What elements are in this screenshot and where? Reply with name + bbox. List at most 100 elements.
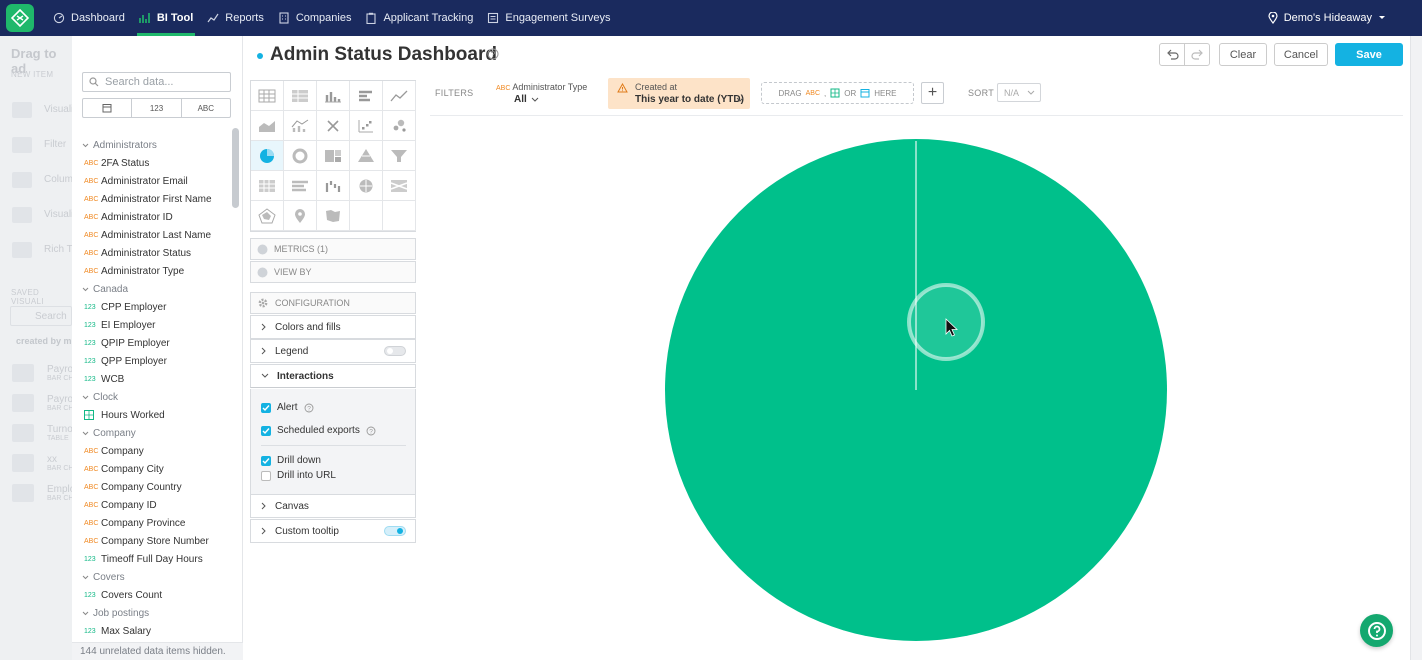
custom-tooltip-toggle[interactable] xyxy=(384,526,406,536)
sort-select[interactable]: N/A xyxy=(997,83,1041,102)
scheduled-check-box[interactable] xyxy=(261,425,271,436)
drill-down-checkbox[interactable]: Drill down xyxy=(261,455,321,466)
catalog-item[interactable]: 123 Covers Count xyxy=(82,586,227,604)
catalog-group-canada[interactable]: Canada xyxy=(82,280,227,298)
custom-tooltip-row[interactable]: Custom tooltip xyxy=(250,519,416,543)
catalog-item[interactable]: 123 Max Salary xyxy=(82,622,227,640)
catalog-group-clock[interactable]: Clock xyxy=(82,388,227,406)
chart-type-scatter-x[interactable] xyxy=(317,111,350,141)
alert-check-box[interactable] xyxy=(261,402,271,413)
type-date-tab[interactable] xyxy=(83,99,133,117)
catalog-group-covers[interactable]: Covers xyxy=(82,568,227,586)
chart-type-bar-chart[interactable] xyxy=(350,81,383,111)
help-icon[interactable]: ? xyxy=(366,426,376,436)
pie-chart[interactable] xyxy=(430,120,1403,660)
nav-item-engagement-surveys[interactable]: Engagement Surveys xyxy=(480,0,617,36)
chart-type-pivot-table[interactable] xyxy=(284,81,317,111)
chart-type-waterfall[interactable] xyxy=(317,171,350,201)
chart-type-pyramid[interactable] xyxy=(350,141,383,171)
filter-drop-zone[interactable]: DRAG ABC , OR HERE xyxy=(761,82,914,104)
catalog-item[interactable]: ABC Company Store Number xyxy=(82,532,227,550)
chart-type-bubble-chart[interactable] xyxy=(383,111,416,141)
help-icon[interactable]: ? xyxy=(487,48,499,60)
chart-type-region-map[interactable] xyxy=(317,201,350,231)
catalog-item[interactable]: ABC Administrator Last Name xyxy=(82,226,227,244)
catalog-item[interactable]: 123 CPP Employer xyxy=(82,298,227,316)
nav-item-reports[interactable]: Reports xyxy=(200,0,271,36)
chart-type-scatter-plot[interactable] xyxy=(350,111,383,141)
catalog-item[interactable]: 123 Timeoff Full Day Hours xyxy=(82,550,227,568)
catalog-item[interactable]: Hours Worked xyxy=(82,406,227,424)
catalog-item[interactable]: ABC Company City xyxy=(82,460,227,478)
catalog-group-company[interactable]: Company xyxy=(82,424,227,442)
legend-row[interactable]: Legend xyxy=(250,339,416,363)
interactions-row[interactable]: Interactions xyxy=(250,364,416,388)
chart-type-geo-chart[interactable] xyxy=(350,171,383,201)
catalog-item[interactable]: ABC Administrator Email xyxy=(82,172,227,190)
add-filter-button[interactable]: + xyxy=(921,82,944,104)
catalog-item[interactable]: ABC Administrator Type xyxy=(82,262,227,280)
page-title[interactable]: Admin Status Dashboard xyxy=(270,44,497,66)
scheduled-exports-checkbox[interactable]: Scheduled exports ? xyxy=(261,425,376,436)
redo-button[interactable] xyxy=(1184,43,1210,66)
catalog-item[interactable]: 123Min Salary xyxy=(82,640,227,641)
view-by-section[interactable]: VIEW BY xyxy=(250,261,416,283)
drill-url-check-box[interactable] xyxy=(261,470,271,481)
catalog-item[interactable]: 123 EI Employer xyxy=(82,316,227,334)
chart-type-combo-chart[interactable] xyxy=(284,111,317,141)
type-text-tab[interactable]: ABC xyxy=(182,99,230,117)
nav-item-companies[interactable]: Companies xyxy=(271,0,359,36)
chart-type-pushpin-map[interactable] xyxy=(284,201,317,231)
chart-type-bullet-chart[interactable] xyxy=(284,171,317,201)
catalog-item[interactable]: ABC Company xyxy=(82,442,227,460)
administrator-type-filter[interactable]: ABC Administrator Type All xyxy=(496,82,587,105)
drill-down-check-box[interactable] xyxy=(261,455,271,466)
created-at-filter[interactable]: Created at This year to date (YTD) xyxy=(608,78,750,109)
catalog-item[interactable]: ABC 2FA Status xyxy=(82,154,227,172)
chart-type-sankey[interactable] xyxy=(383,171,416,201)
chart-type-donut-chart[interactable] xyxy=(284,141,317,171)
right-scrollbar-track[interactable] xyxy=(1410,36,1422,660)
chart-type-heatmap[interactable] xyxy=(251,171,284,201)
nav-item-dashboard[interactable]: Dashboard xyxy=(46,0,132,36)
chart-type-area-chart[interactable] xyxy=(251,111,284,141)
catalog-item[interactable]: ABC Administrator First Name xyxy=(82,190,227,208)
catalog-item[interactable]: ABC Company ID xyxy=(82,496,227,514)
nav-item-applicant-tracking[interactable]: Applicant Tracking xyxy=(358,0,480,36)
nav-item-bi-tool[interactable]: BI Tool xyxy=(132,0,200,36)
undo-button[interactable] xyxy=(1159,43,1185,66)
chart-type-treemap[interactable] xyxy=(317,141,350,171)
cancel-button[interactable]: Cancel xyxy=(1274,43,1328,66)
help-icon[interactable]: ? xyxy=(304,403,314,413)
app-logo[interactable] xyxy=(6,4,34,32)
chart-type-line-chart[interactable] xyxy=(383,81,416,111)
clear-button[interactable]: Clear xyxy=(1219,43,1267,66)
type-number-tab[interactable]: 123 xyxy=(132,99,182,117)
drill-url-checkbox[interactable]: Drill into URL xyxy=(261,470,336,481)
catalog-item[interactable]: ABC Company Country xyxy=(82,478,227,496)
catalog-group-job-postings[interactable]: Job postings xyxy=(82,604,227,622)
location-selector[interactable]: Demo's Hideaway xyxy=(1268,0,1386,36)
legend-toggle[interactable] xyxy=(384,346,406,356)
catalog-item[interactable]: ABC Administrator Status xyxy=(82,244,227,262)
chart-type-radar-chart[interactable] xyxy=(251,201,284,231)
alert-checkbox[interactable]: Alert ? xyxy=(261,402,314,413)
catalog-item[interactable]: ABC Company Province xyxy=(82,514,227,532)
save-button[interactable]: Save xyxy=(1335,43,1403,66)
search-data-input[interactable]: Search data... xyxy=(82,72,231,92)
canvas-row[interactable]: Canvas xyxy=(250,494,416,518)
catalog-scrollbar[interactable] xyxy=(232,128,239,208)
colors-fills-row[interactable]: Colors and fills xyxy=(250,315,416,339)
chart-type-pie-chart[interactable] xyxy=(251,141,284,171)
help-chat-button[interactable] xyxy=(1360,614,1393,647)
catalog-item[interactable]: ABC Administrator ID xyxy=(82,208,227,226)
catalog-item[interactable]: 123 QPP Employer xyxy=(82,352,227,370)
metrics-section[interactable]: METRICS (1) xyxy=(250,238,416,260)
catalog-item[interactable]: 123 QPIP Employer xyxy=(82,334,227,352)
chart-type-funnel[interactable] xyxy=(383,141,416,171)
catalog-group-administrators[interactable]: Administrators xyxy=(82,136,227,154)
configuration-section[interactable]: CONFIGURATION xyxy=(250,292,416,314)
chart-type-column-chart[interactable] xyxy=(317,81,350,111)
chart-type-table[interactable] xyxy=(251,81,284,111)
catalog-item[interactable]: 123 WCB xyxy=(82,370,227,388)
